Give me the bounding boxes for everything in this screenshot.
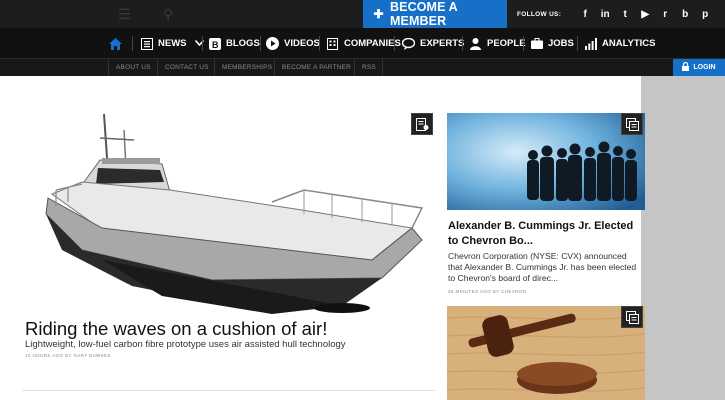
person-icon <box>469 37 482 50</box>
experts-icon <box>402 37 415 50</box>
nav-news[interactable]: NEWS <box>140 28 204 59</box>
card-image[interactable] <box>447 113 645 210</box>
follow-us-label: FOLLOW US: <box>517 10 562 18</box>
lock-icon <box>682 61 690 73</box>
nav-companies-label: COMPANIES <box>344 38 401 49</box>
nav-jobs[interactable]: JOBS <box>530 28 574 59</box>
gallery-icon <box>625 310 639 324</box>
nav-news-label: NEWS <box>158 38 187 49</box>
feature-article[interactable]: Riding the waves on a cushion of air! Li… <box>22 110 436 400</box>
become-member-label: BECOME A MEMBER <box>390 0 458 28</box>
nav-people-label: PEOPLE <box>487 38 526 49</box>
news-icon <box>140 37 153 50</box>
article-type-badge[interactable] <box>411 113 433 135</box>
document-icon <box>415 117 428 131</box>
divider <box>22 390 436 391</box>
facebook-icon[interactable]: f <box>575 9 595 20</box>
card-meta: 26 MINUTES AGO BY CHEVRON <box>448 289 527 294</box>
building-icon <box>326 37 339 50</box>
nav-experts-label: EXPERTS <box>420 38 465 49</box>
nav-videos[interactable]: VIDEOS <box>266 28 320 59</box>
nav-people[interactable]: PEOPLE <box>469 28 526 59</box>
nav-analytics-label: ANALYTICS <box>602 38 656 49</box>
subnav-rss[interactable]: RSS <box>362 59 376 76</box>
silhouettes-image <box>447 113 645 210</box>
main-nav: NEWS B BLOGS VIDEOS COMPANIES EXPERTS PE… <box>0 28 725 59</box>
card-type-badge-2[interactable] <box>621 306 643 328</box>
pin-icon: ✚ <box>373 7 384 21</box>
sub-nav: ABOUT US CONTACT US MEMBERSHIPS BECOME A… <box>0 59 725 76</box>
card-type-badge[interactable] <box>621 113 643 135</box>
gavel-image <box>447 306 645 400</box>
search-icon: ⚲ <box>163 6 174 22</box>
nav-jobs-label: JOBS <box>548 38 574 49</box>
subnav-contact-us[interactable]: CONTACT US <box>165 59 209 76</box>
reddit-icon[interactable]: r <box>655 9 675 20</box>
linkedin-icon[interactable]: in <box>595 9 615 20</box>
right-gutter <box>641 76 725 400</box>
youtube-icon[interactable]: ▶ <box>635 9 655 20</box>
nav-blogs[interactable]: B BLOGS <box>208 28 260 59</box>
nav-experts[interactable]: EXPERTS <box>402 28 464 59</box>
play-icon <box>266 37 279 50</box>
blogger-icon: B <box>208 37 221 50</box>
feature-title[interactable]: Riding the waves on a cushion of air! <box>25 318 327 340</box>
subnav-about-us[interactable]: ABOUT US <box>116 59 151 76</box>
subnav-become-partner[interactable]: BECOME A PARTNER <box>282 59 351 76</box>
follow-us: FOLLOW US: f in t ▶ r b p <box>517 0 715 28</box>
briefcase-icon <box>530 37 543 50</box>
feature-subtitle: Lightweight, low-fuel carbon fibre proto… <box>25 339 346 350</box>
card-image-2[interactable] <box>447 306 645 400</box>
card-title[interactable]: Alexander B. Cummings Jr. Elected to Che… <box>448 219 640 248</box>
chart-icon <box>584 37 597 50</box>
home-icon <box>109 37 122 50</box>
login-label: LOGIN <box>693 64 716 71</box>
login-button[interactable]: LOGIN <box>673 59 725 76</box>
card-excerpt: Chevron Corporation (NYSE: CVX) announce… <box>448 251 637 283</box>
twitter-icon[interactable]: t <box>615 9 635 20</box>
svg-text:B: B <box>212 40 219 50</box>
nav-blogs-label: BLOGS <box>226 38 260 49</box>
nav-analytics[interactable]: ANALYTICS <box>584 28 656 59</box>
gallery-icon <box>625 117 639 131</box>
nav-videos-label: VIDEOS <box>284 38 320 49</box>
pinterest-icon[interactable]: p <box>695 9 715 20</box>
nav-home[interactable] <box>109 28 122 59</box>
nav-companies[interactable]: COMPANIES <box>326 28 401 59</box>
menu-icon: ☰ <box>118 6 131 22</box>
become-member-button[interactable]: ✚ BECOME A MEMBER <box>363 0 507 28</box>
blog-icon[interactable]: b <box>675 9 695 20</box>
feature-meta: 10 HOURS AGO BY GARY DAWKES <box>25 353 111 358</box>
subnav-memberships[interactable]: MEMBERSHIPS <box>222 59 272 76</box>
feature-image[interactable] <box>42 110 432 315</box>
